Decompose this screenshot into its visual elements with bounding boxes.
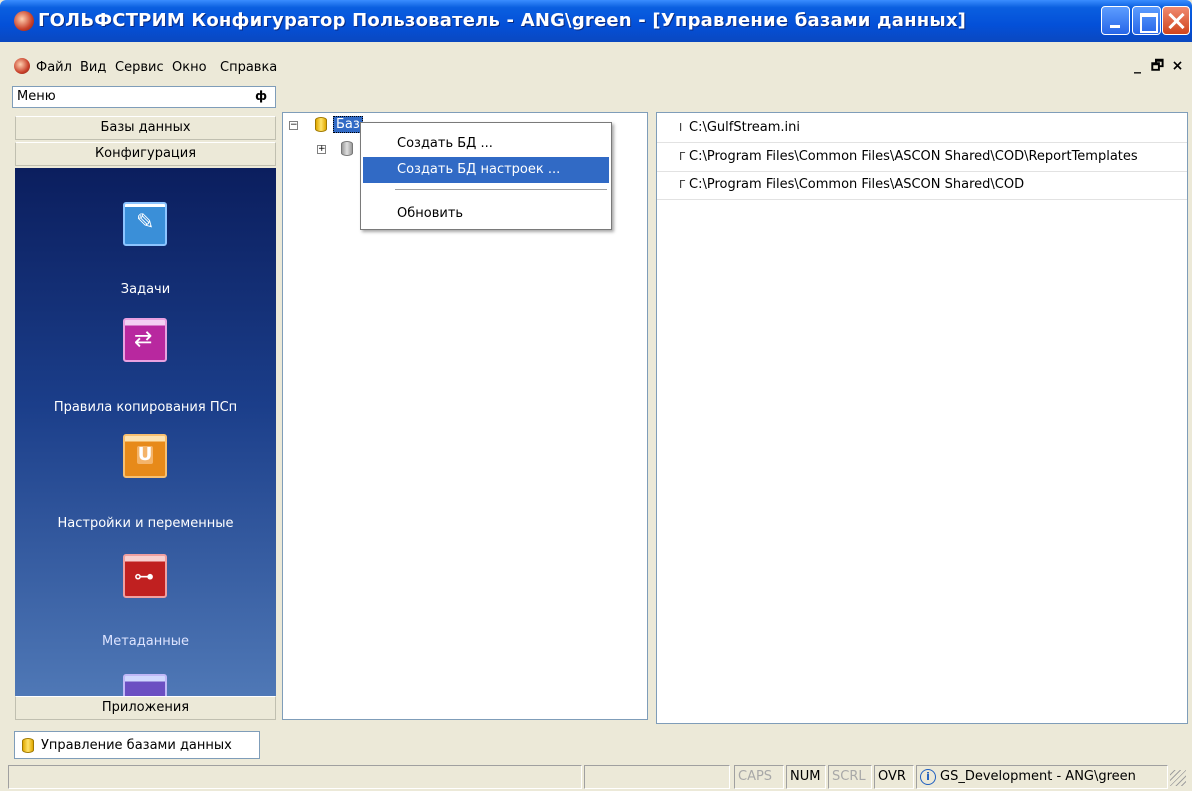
database-child-icon [341,141,353,156]
list-row[interactable]: Ⅰ C:\GulfStream.ini [657,115,1187,143]
section-configuration[interactable]: Конфигурация [15,142,276,166]
menu-create-settings-db[interactable]: Создать БД настроек ... [363,157,609,183]
mdi-restore-button[interactable]: 🗗 [1149,58,1166,74]
tasks-icon [123,202,167,246]
context-menu-separator [395,189,607,190]
tool-tasks-label: Задачи [120,282,171,297]
status-num: NUM [786,765,826,789]
database-icon [315,117,327,132]
resize-grip[interactable] [1170,770,1186,786]
tree-root-label[interactable]: Баз [333,116,363,133]
status-scrl: SCRL [828,765,872,789]
menu-refresh[interactable]: Обновить [363,201,609,227]
row-path: C:\GulfStream.ini [689,120,800,135]
tool-copy-rules-label: Правила копирования ПСп [53,400,238,415]
mdi-child-icon[interactable] [14,58,30,74]
tab-label: Управление базами данных [41,738,232,753]
status-pane [584,765,730,789]
menu-file[interactable]: Файл [36,60,72,75]
database-path-list[interactable]: Ⅰ C:\GulfStream.ini Г C:\Program Files\C… [656,112,1188,724]
row-path: C:\Program Files\Common Files\ASCON Shar… [689,177,1025,192]
status-ovr: OVR [874,765,914,789]
section-databases[interactable]: Базы данных [15,116,276,140]
database-icon [22,738,34,753]
list-row[interactable]: Г C:\Program Files\Common Files\ASCON Sh… [657,172,1187,200]
mdi-window-controls: _ 🗗 × [1129,58,1186,74]
window-tab-bar: Управление базами данных [4,728,1188,760]
menu-panel-caption: Меню ф [12,86,276,108]
applications-tool-icon [123,674,167,696]
tab-database-management[interactable]: Управление базами данных [14,731,260,759]
row-path: C:\Program Files\Common Files\ASCON Shar… [689,149,1138,164]
info-icon: i [920,769,936,785]
configuration-tools: Задачи Правила копирования ПСп Настройки… [15,168,276,696]
mdi-minimize-button[interactable]: _ [1129,58,1146,74]
title-bar: ГОЛЬФСТРИМ Конфигуратор Пользователь - A… [0,0,1192,42]
mdi-close-button[interactable]: × [1169,58,1186,74]
metadata-icon [123,554,167,598]
row-marker: Ⅰ [679,121,683,134]
tree-child-expander[interactable]: + [317,145,326,154]
status-message [8,765,582,789]
status-bar: CAPS NUM SCRL OVR i GS_Development - ANG\… [4,762,1188,791]
close-button[interactable] [1162,6,1190,35]
menu-help[interactable]: Справка [220,60,277,75]
row-marker: Г [679,178,686,191]
minimize-button[interactable] [1101,6,1130,35]
row-marker: Г [679,150,686,163]
app-icon[interactable] [14,11,34,31]
status-caps: CAPS [734,765,784,789]
status-connection: i GS_Development - ANG\green [916,765,1168,789]
window-title: ГОЛЬФСТРИМ Конфигуратор Пользователь - A… [38,10,967,31]
tool-metadata-label: Метаданные [102,634,189,649]
settings-variables-icon [123,434,167,478]
tree-root-expander[interactable]: − [289,121,298,130]
menu-window[interactable]: Окно [172,60,207,75]
pin-icon[interactable]: ф [255,89,267,103]
menu-bar: Файл Вид Сервис Окно Справка _ 🗗 × [4,42,1192,86]
menu-panel-title: Меню [17,89,56,104]
context-menu: Создать БД ... Создать БД настроек ... О… [360,122,612,230]
menu-create-db[interactable]: Создать БД ... [363,131,609,157]
menu-view[interactable]: Вид [80,60,106,75]
menu-service[interactable]: Сервис [115,60,164,75]
menu-panel: Меню ф Базы данных Конфигурация Задачи П… [12,86,276,724]
copy-rules-icon [123,318,167,362]
section-applications[interactable]: Приложения [15,696,276,720]
list-row[interactable]: Г C:\Program Files\Common Files\ASCON Sh… [657,144,1187,172]
tool-settings-variables-label: Настройки и переменные [57,516,234,531]
maximize-button[interactable] [1132,6,1161,35]
status-connection-label: GS_Development - ANG\green [940,769,1136,784]
